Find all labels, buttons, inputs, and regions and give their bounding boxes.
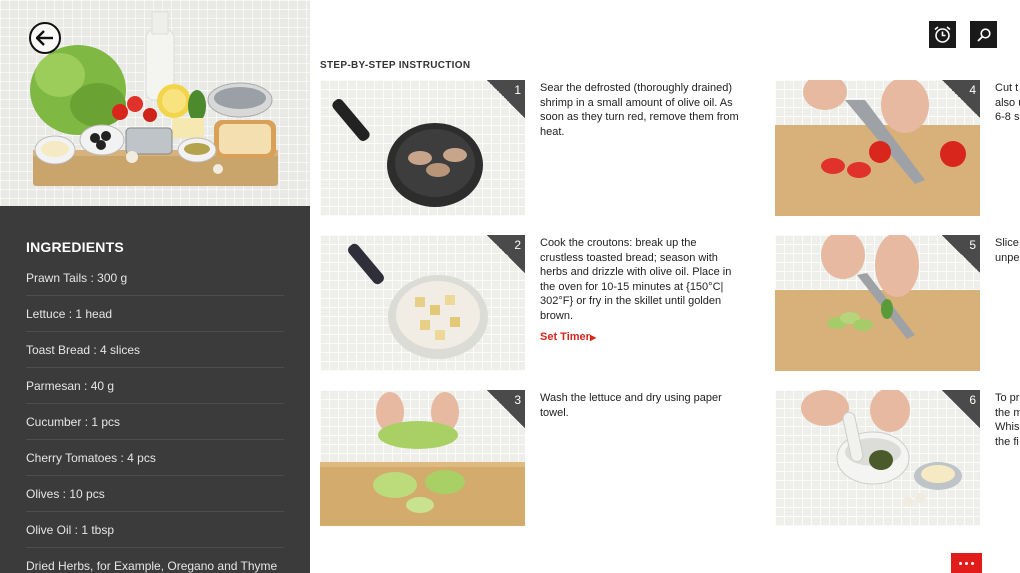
ingredient-item: Parmesan : 40 g bbox=[26, 368, 284, 404]
ingredient-item: Olives : 10 pcs bbox=[26, 476, 284, 512]
play-arrow-icon: ▶ bbox=[589, 333, 597, 342]
set-timer-label: Set Timer bbox=[540, 331, 590, 343]
step-image-2: 2 bbox=[320, 235, 525, 371]
step-image-6: 6 bbox=[775, 390, 980, 526]
step-image-3: 3 bbox=[320, 390, 525, 526]
step-text: Cut t also u 6-8 s bbox=[995, 82, 1020, 123]
step-number: 6 bbox=[969, 393, 976, 407]
step-text: Cook the croutons: break up the crustles… bbox=[540, 237, 732, 322]
more-dots-icon bbox=[971, 561, 974, 565]
step-text: Sear the defrosted (thoroughly drained) … bbox=[540, 82, 739, 138]
step-number: 2 bbox=[514, 238, 521, 252]
recipe-hero-image bbox=[0, 0, 310, 206]
step-text: Wash the lettuce and dry using paper tow… bbox=[540, 392, 722, 419]
ingredients-panel: INGREDIENTS Prawn Tails : 300 g Lettuce … bbox=[0, 0, 310, 573]
more-options-button[interactable] bbox=[951, 553, 982, 573]
step-number: 1 bbox=[514, 83, 521, 97]
step-number: 4 bbox=[969, 83, 976, 97]
step-image-4: 4 bbox=[775, 80, 980, 216]
back-arrow-icon bbox=[36, 30, 53, 46]
step-number: 3 bbox=[514, 393, 521, 407]
more-dots-icon bbox=[965, 561, 968, 565]
step-number: 5 bbox=[969, 238, 976, 252]
alarm-clock-icon bbox=[934, 26, 951, 43]
ingredient-item: Toast Bread : 4 slices bbox=[26, 332, 284, 368]
step-text: To pr the m Whis the fi bbox=[995, 392, 1020, 448]
search-icon bbox=[976, 27, 991, 42]
step-image-1: 1 bbox=[320, 80, 525, 216]
ingredients-title: INGREDIENTS bbox=[26, 239, 124, 255]
step-text: Slice unpe bbox=[995, 237, 1020, 264]
ingredient-item: Prawn Tails : 300 g bbox=[26, 260, 284, 296]
section-title: STEP-BY-STEP INSTRUCTION bbox=[320, 60, 471, 71]
alarm-button[interactable] bbox=[929, 21, 956, 48]
back-button[interactable] bbox=[29, 22, 61, 54]
ingredient-list: Prawn Tails : 300 g Lettuce : 1 head Toa… bbox=[26, 260, 284, 573]
more-dots-icon bbox=[959, 561, 962, 565]
ingredient-item: Cucumber : 1 pcs bbox=[26, 404, 284, 440]
ingredient-item: Dried Herbs, for Example, Oregano and Th… bbox=[26, 559, 278, 573]
ingredient-item: Olive Oil : 1 tbsp bbox=[26, 512, 284, 548]
search-button[interactable] bbox=[970, 21, 997, 48]
ingredient-item: Lettuce : 1 head bbox=[26, 296, 284, 332]
set-timer-link[interactable]: Set Timer▶ bbox=[540, 331, 596, 343]
ingredient-item: Cherry Tomatoes : 4 pcs bbox=[26, 440, 284, 476]
step-image-5: 5 bbox=[775, 235, 980, 371]
